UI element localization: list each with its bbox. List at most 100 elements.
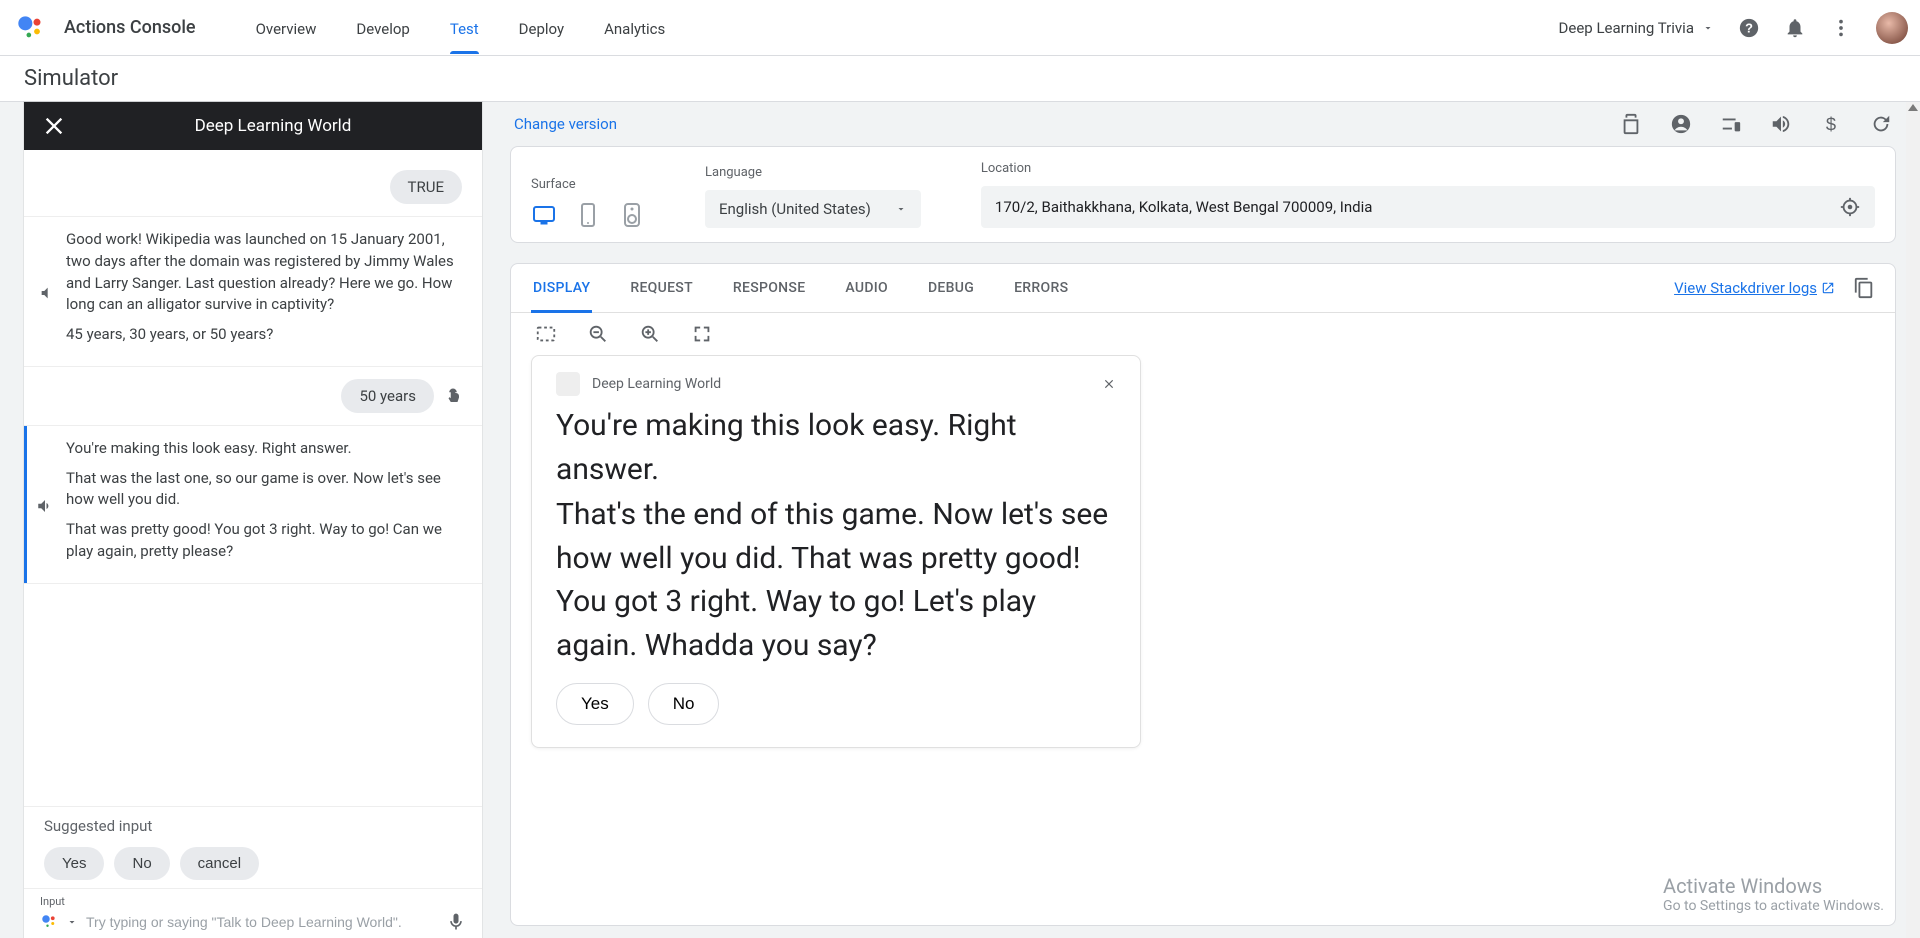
open-in-new-icon [1821, 281, 1835, 295]
paste-icon[interactable] [1620, 113, 1642, 135]
tab-develop[interactable]: Develop [356, 2, 409, 53]
suggested-input-section: Suggested input Yes No cancel [24, 806, 482, 888]
main-nav-tabs: Overview Develop Test Deploy Analytics [256, 2, 666, 53]
zoom-in-icon[interactable] [639, 323, 661, 345]
debug-tab-audio[interactable]: AUDIO [843, 264, 890, 312]
debug-card: DISPLAY REQUEST RESPONSE AUDIO DEBUG ERR… [510, 263, 1896, 926]
chevron-down-icon [895, 203, 907, 215]
copy-icon[interactable] [1853, 277, 1875, 299]
console-title: Actions Console [64, 17, 196, 38]
location-field: Location 170/2, Baithakkhana, Kolkata, W… [981, 161, 1875, 228]
help-icon[interactable]: ? [1738, 17, 1760, 39]
user-chip: TRUE [390, 170, 462, 204]
more-vert-icon[interactable] [1830, 17, 1852, 39]
zoom-out-icon[interactable] [587, 323, 609, 345]
touch-icon [444, 387, 462, 405]
chevron-down-icon[interactable] [66, 916, 78, 928]
app-bar: Actions Console Overview Develop Test De… [0, 0, 1920, 56]
language-field: Language English (United States) [705, 165, 921, 228]
stackdriver-link-text: View Stackdriver logs [1674, 279, 1817, 297]
dollar-icon[interactable]: $ [1820, 113, 1842, 135]
display-preview-card: Deep Learning World You're making this l… [531, 355, 1141, 748]
query-input[interactable] [86, 910, 438, 934]
speaker-muted-icon [34, 233, 56, 354]
debug-tab-display[interactable]: DISPLAY [531, 264, 592, 312]
suggestion-chip-no[interactable]: No [114, 847, 169, 880]
speaker-icon [34, 442, 56, 571]
close-icon[interactable] [40, 112, 68, 140]
svg-text:?: ? [1745, 20, 1753, 35]
watermark-sub: Go to Settings to activate Windows. [1663, 898, 1884, 914]
location-value: 170/2, Baithakkhana, Kolkata, West Benga… [995, 198, 1373, 216]
bell-icon[interactable] [1784, 17, 1806, 39]
volume-icon[interactable] [1770, 113, 1792, 135]
tab-overview[interactable]: Overview [256, 2, 317, 53]
debug-tab-bar: DISPLAY REQUEST RESPONSE AUDIO DEBUG ERR… [511, 264, 1895, 313]
message-text: You're making this look easy. Right answ… [66, 438, 462, 460]
user-message: TRUE [24, 150, 482, 217]
tab-deploy[interactable]: Deploy [519, 2, 564, 53]
field-label: Surface [531, 177, 645, 192]
gps-icon[interactable] [1839, 196, 1861, 218]
refresh-icon[interactable] [1870, 113, 1892, 135]
mic-icon[interactable] [446, 912, 466, 932]
assistant-icon [40, 913, 58, 931]
assistant-message-active: You're making this look easy. Right answ… [24, 426, 482, 584]
assistant-logo-icon [16, 14, 44, 42]
display-toolbar [511, 313, 1895, 355]
settings-card: Surface Language English (United St [510, 146, 1896, 243]
debug-tab-response[interactable]: RESPONSE [731, 264, 808, 312]
message-text: That was the last one, so our game is ov… [66, 468, 462, 512]
main-content: Deep Learning World TRUE Good work! Wiki… [0, 102, 1920, 938]
windows-activation-watermark: Activate Windows Go to Settings to activ… [1663, 874, 1884, 914]
page-title: Simulator [0, 56, 1920, 102]
watermark-title: Activate Windows [1663, 874, 1884, 898]
svg-text:$: $ [1826, 113, 1836, 134]
chat-title: Deep Learning World [108, 116, 438, 136]
stackdriver-link[interactable]: View Stackdriver logs [1674, 279, 1835, 297]
tab-analytics[interactable]: Analytics [604, 2, 665, 53]
display-body: Deep Learning World You're making this l… [511, 355, 1895, 768]
surface-display[interactable] [531, 202, 557, 228]
user-avatar[interactable] [1876, 12, 1908, 44]
display-text: You're making this look easy. Right answ… [556, 404, 1116, 491]
surface-phone[interactable] [575, 202, 601, 228]
page-scrollbar[interactable] [1906, 102, 1920, 938]
version-row: Change version $ [510, 102, 1896, 146]
debug-tab-debug[interactable]: DEBUG [926, 264, 976, 312]
project-switcher[interactable]: Deep Learning Trivia [1559, 19, 1714, 37]
appbar-actions: ? [1738, 12, 1908, 44]
input-section: Input [24, 888, 482, 938]
input-label: Input [40, 895, 466, 908]
surface-speaker[interactable] [619, 202, 645, 228]
field-label: Location [981, 161, 1875, 176]
debug-tab-request[interactable]: REQUEST [628, 264, 695, 312]
close-icon[interactable] [1102, 377, 1116, 391]
devices-icon[interactable] [1720, 113, 1742, 135]
display-chip-yes[interactable]: Yes [556, 683, 634, 725]
field-label: Language [705, 165, 921, 180]
change-version-link[interactable]: Change version [514, 115, 617, 133]
suggestion-chip-yes[interactable]: Yes [44, 847, 104, 880]
account-icon[interactable] [1670, 113, 1692, 135]
app-name: Deep Learning World [592, 376, 1090, 392]
fullscreen-icon[interactable] [691, 323, 713, 345]
tab-test[interactable]: Test [450, 2, 479, 53]
display-chip-no[interactable]: No [648, 683, 720, 725]
chat-scroll[interactable]: TRUE Good work! Wikipedia was launched o… [24, 150, 482, 806]
user-message: 50 years [24, 367, 482, 426]
language-value: English (United States) [719, 200, 871, 218]
debug-panel: Change version $ Surface [482, 102, 1920, 938]
surface-field: Surface [531, 177, 645, 228]
user-chip: 50 years [341, 379, 434, 413]
chevron-down-icon [1702, 22, 1714, 34]
message-text: That was pretty good! You got 3 right. W… [66, 519, 462, 563]
debug-tab-errors[interactable]: ERRORS [1012, 264, 1070, 312]
language-select[interactable]: English (United States) [705, 190, 921, 228]
suggestion-chip-cancel[interactable]: cancel [180, 847, 259, 880]
display-text: That's the end of this game. Now let's s… [556, 493, 1116, 667]
app-icon [556, 372, 580, 396]
location-input[interactable]: 170/2, Baithakkhana, Kolkata, West Benga… [981, 186, 1875, 228]
scroll-up-icon[interactable] [1908, 104, 1918, 114]
fit-to-screen-icon[interactable] [535, 323, 557, 345]
